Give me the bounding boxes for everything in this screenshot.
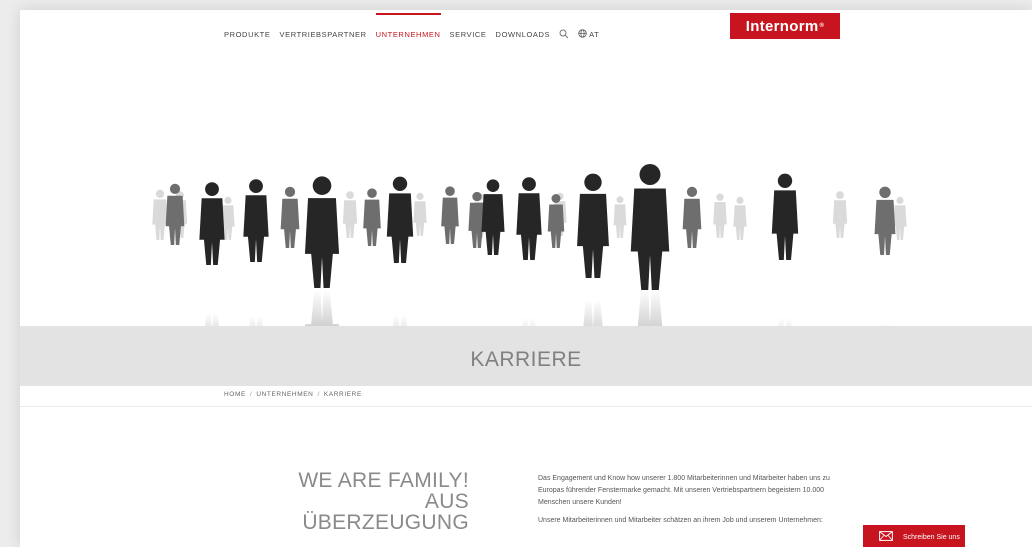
hero-image (20, 50, 1032, 414)
breadcrumb-separator: / (317, 391, 320, 398)
paragraph: Unsere Mitarbeiterinnen und Mitarbeiter … (538, 517, 823, 524)
headline-line-2: AUS (424, 490, 469, 513)
contact-button[interactable]: Schreiben Sie uns (863, 525, 965, 547)
language-label: AT (589, 29, 600, 39)
language-selector[interactable]: AT (578, 28, 600, 40)
breadcrumb-current: KARRIERE (323, 391, 362, 398)
intro-text: Das Engagement und Know how unserer 1.80… (538, 473, 838, 533)
nav-item-unternehmen[interactable]: UNTERNEHMEN (375, 12, 441, 39)
main-nav: PRODUKTE VERTRIEBSPARTNER UNTERNEHMEN SE… (224, 12, 600, 41)
headline-line-3: ÜBERZEUGUNG (302, 511, 469, 534)
globe-icon (578, 28, 587, 40)
breadcrumb: HOME / UNTERNEHMEN / KARRIERE (224, 391, 362, 398)
breadcrumb-home[interactable]: HOME (224, 391, 246, 398)
logo-mark: ® (819, 23, 825, 29)
divider (20, 406, 1032, 407)
headline-line-1: WE ARE FAMILY! (298, 469, 469, 492)
nav-item-produkte[interactable]: PRODUKTE (224, 30, 270, 39)
page-title-band: KARRIERE (20, 326, 1032, 386)
internorm-logo[interactable]: Internorm ® (730, 13, 840, 39)
section-headline: WE ARE FAMILY! AUS ÜBERZEUGUNG (298, 470, 469, 533)
paragraph: Das Engagement und Know how unserer 1.80… (538, 475, 830, 506)
nav-item-vertriebspartner[interactable]: VERTRIEBSPARTNER (279, 30, 366, 39)
breadcrumb-separator: / (249, 391, 253, 398)
page: PRODUKTE VERTRIEBSPARTNER UNTERNEHMEN SE… (20, 10, 1032, 547)
page-title: KARRIERE (470, 348, 582, 371)
nav-item-service[interactable]: SERVICE (450, 30, 487, 39)
logo-text: Internorm (745, 17, 819, 35)
breadcrumb-unternehmen[interactable]: UNTERNEHMEN (256, 391, 313, 398)
nav-item-downloads[interactable]: DOWNLOADS (496, 30, 551, 39)
mail-icon (879, 531, 893, 543)
contact-label: Schreiben Sie uns (903, 533, 960, 541)
search-icon[interactable] (559, 29, 569, 39)
